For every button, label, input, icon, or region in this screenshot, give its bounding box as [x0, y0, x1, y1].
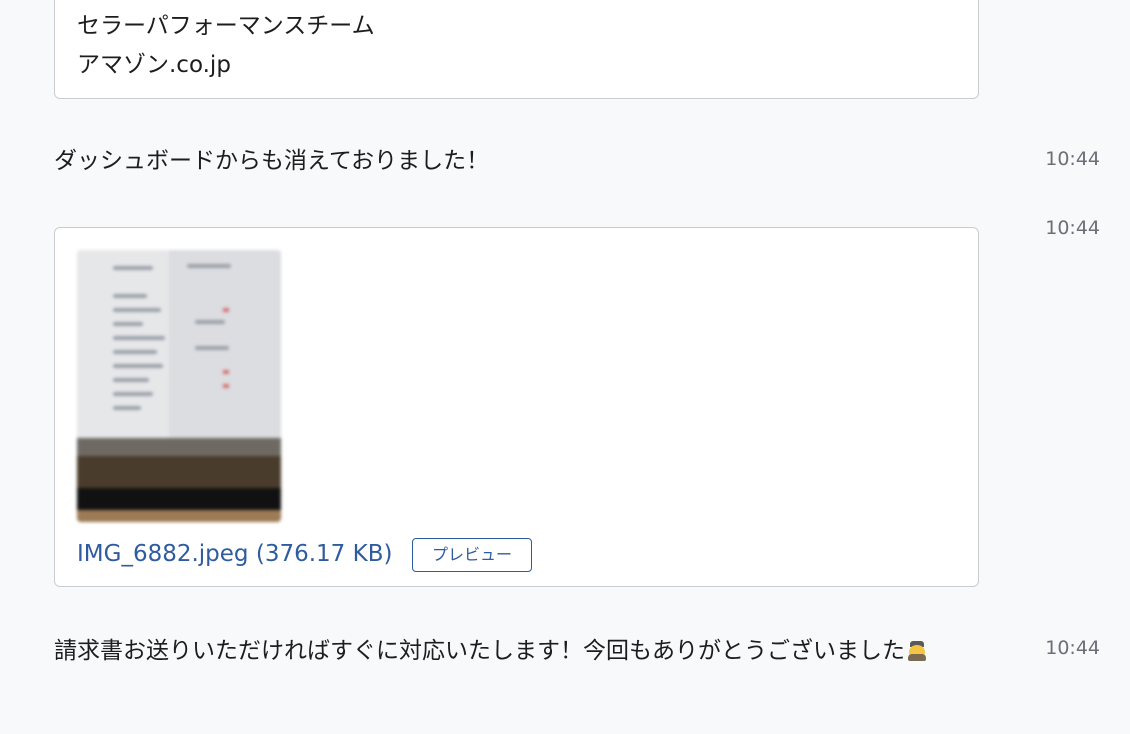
attachment-card: IMG_6882.jpeg (376.17 KB) プレビュー	[54, 227, 979, 587]
image-thumbnail[interactable]	[77, 250, 281, 522]
message-text: ダッシュボードからも消えておりました！	[54, 148, 490, 174]
person-with-cap-emoji-icon	[906, 639, 928, 661]
preview-button[interactable]: プレビュー	[412, 538, 532, 572]
message-card-signature: セラーパフォーマンスチーム アマゾン.co.jp	[54, 0, 979, 99]
message-timestamp: 10:44	[1045, 217, 1100, 239]
attachment-filename-link[interactable]: IMG_6882.jpeg (376.17 KB)	[77, 537, 392, 571]
message-timestamp: 10:44	[1045, 148, 1100, 170]
message-text-content: 請求書お送りいただければすぐに対応いたします！今回もありがとうございました	[54, 638, 905, 664]
signature-line-team: セラーパフォーマンスチーム	[77, 13, 375, 39]
signature-line-company: アマゾン.co.jp	[77, 52, 231, 78]
message-timestamp: 10:44	[1045, 637, 1100, 659]
message-text: 請求書お送りいただければすぐに対応いたします！今回もありがとうございました	[54, 633, 984, 670]
